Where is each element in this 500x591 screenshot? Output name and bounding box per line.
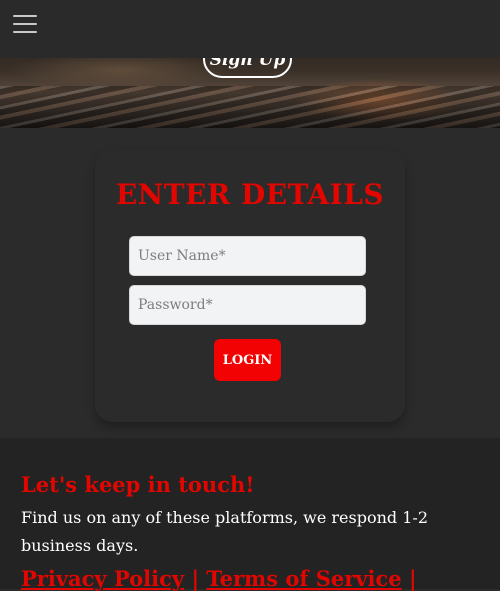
top-navbar (0, 0, 500, 58)
footer-links: Privacy Policy | Terms of Service | (21, 566, 417, 591)
link-separator: | (191, 566, 200, 591)
password-input[interactable] (129, 285, 366, 325)
hamburger-menu-icon[interactable] (13, 13, 37, 33)
privacy-policy-link[interactable]: Privacy Policy (21, 566, 184, 591)
hero-image-texture (0, 86, 500, 128)
menu-bar (13, 31, 37, 33)
link-separator: | (408, 566, 417, 591)
menu-bar (13, 23, 37, 25)
terms-of-service-link[interactable]: Terms of Service (206, 566, 401, 591)
login-button[interactable]: LOGIN (214, 339, 281, 381)
username-input[interactable] (129, 236, 366, 276)
footer-description: Find us on any of these platforms, we re… (21, 508, 428, 555)
menu-bar (13, 15, 37, 17)
footer-heading: Let's keep in touch! (21, 472, 255, 497)
form-title: ENTER DETAILS (115, 178, 385, 211)
